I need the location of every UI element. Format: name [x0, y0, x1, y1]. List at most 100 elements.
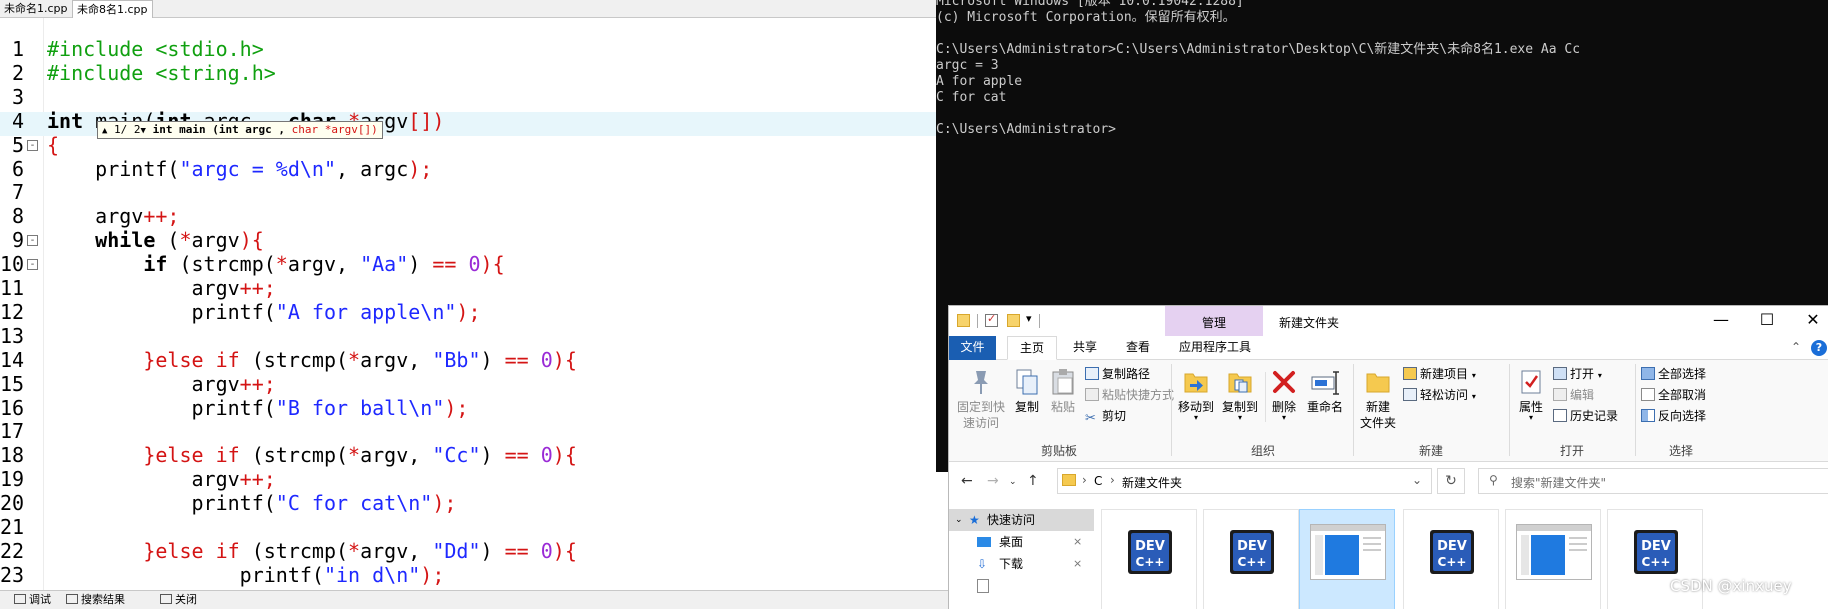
tab-home[interactable]: 主页 — [1007, 336, 1057, 360]
copy-to-button[interactable]: 复制到 ▾ — [1221, 368, 1259, 422]
tab-debug[interactable]: 调试 — [14, 593, 51, 607]
code-text: printf("in d\n"); — [47, 563, 445, 588]
back-arrow-icon[interactable]: ← — [961, 473, 973, 489]
help-icon[interactable]: ? — [1811, 340, 1827, 356]
code-token: argv, — [360, 347, 433, 372]
customize-quick-access-icon[interactable]: ▾ — [1026, 312, 1032, 325]
copy-path-button[interactable]: 复制路径 — [1085, 366, 1150, 382]
select-all-button[interactable]: 全部选择 — [1641, 366, 1706, 382]
forward-arrow-icon[interactable]: → — [987, 473, 999, 489]
code-line[interactable]: 6 printf("argc = %d\n", argc); — [0, 157, 950, 182]
collapse-ribbon-icon[interactable]: ⌃ — [1791, 340, 1801, 354]
select-none-button[interactable]: 全部取消 — [1641, 387, 1706, 403]
manage-context-tab[interactable]: 管理 — [1165, 306, 1263, 336]
tooltip-down-arrow-icon[interactable]: ▼ — [141, 123, 146, 139]
copy-button[interactable]: 复制 — [1011, 368, 1043, 415]
tooltip-up-arrow-icon[interactable]: ▲ — [102, 123, 107, 139]
code-token: argv — [47, 467, 240, 492]
tab-file[interactable]: 文件 — [949, 336, 996, 360]
tab-share[interactable]: 共享 — [1061, 336, 1109, 360]
code-line[interactable]: 7 — [0, 180, 950, 205]
properties-button[interactable]: 属性 ▾ — [1513, 368, 1549, 422]
divider — [977, 314, 978, 328]
nav-desktop[interactable]: 桌面 ⨯ — [949, 531, 1094, 553]
code-line[interactable]: 21 — [0, 515, 950, 540]
csdn-watermark: CSDN @xinxuey — [1670, 577, 1792, 595]
code-line[interactable]: 20 printf("C for cat\n"); — [0, 491, 950, 516]
code-line[interactable]: 14 }else if (strcmp(*argv, "Bb") == 0){ — [0, 347, 950, 373]
fold-toggle-icon[interactable]: - — [27, 139, 38, 151]
expand-chevron-icon[interactable]: ⌄ — [955, 509, 963, 531]
address-dropdown-icon[interactable]: ⌄ — [1412, 473, 1422, 487]
tab-app-tools[interactable]: 应用程序工具 — [1167, 336, 1263, 360]
paste-button[interactable]: 粘贴 — [1047, 368, 1079, 415]
code-token: argv — [191, 228, 240, 253]
code-line[interactable]: 12 printf("A for apple\n"); — [0, 300, 950, 325]
code-line[interactable]: 9- while (*argv){ — [0, 228, 950, 253]
pin-quick-access-button[interactable]: 固定到快 速访问 — [955, 368, 1007, 431]
new-folder-quick-icon[interactable] — [1007, 314, 1020, 327]
fold-toggle-icon[interactable]: - — [27, 259, 38, 271]
file-item[interactable]: DEV C++ — [1403, 509, 1499, 609]
tab-close[interactable]: 关闭 — [160, 593, 197, 607]
paste-shortcut-button[interactable]: 粘贴快捷方式 — [1085, 387, 1174, 403]
code-text: argv++; — [47, 467, 275, 492]
file-item[interactable]: DEV C++ — [1203, 509, 1299, 609]
code-line[interactable]: 8 argv++; — [0, 204, 950, 229]
fold-toggle-icon[interactable]: - — [27, 235, 38, 247]
address-bar[interactable]: › C › 新建文件夹 ⌄ — [1057, 468, 1432, 494]
maximize-button[interactable]: ☐ — [1755, 310, 1779, 330]
tab-file-2[interactable]: 未命8名1.cpp — [72, 0, 153, 18]
line-number: 22 — [0, 538, 25, 563]
code-line[interactable]: 19 argv++; — [0, 467, 950, 492]
minimize-button[interactable]: — — [1709, 310, 1733, 330]
edit-button[interactable]: 编辑 — [1553, 387, 1594, 403]
devcpp-file-icon: DEVC++ — [1634, 530, 1678, 574]
easy-access-button[interactable]: 轻松访问 ▾ — [1403, 387, 1476, 405]
recent-locations-chevron-icon[interactable]: ⌄ — [1009, 477, 1017, 487]
code-line[interactable]: 11 argv++; — [0, 276, 950, 301]
line-number: 9 — [11, 228, 24, 253]
properties-quick-icon[interactable] — [985, 312, 998, 327]
invert-selection-button[interactable]: 反向选择 — [1641, 408, 1706, 424]
close-button[interactable]: ✕ — [1801, 310, 1825, 330]
code-area[interactable]: 1 #include <stdio.h> 2 #include <string.h> 3… — [0, 18, 950, 609]
breadcrumb-c[interactable]: C — [1094, 474, 1102, 488]
code-line[interactable]: 10- if (strcmp(*argv, "Aa") == 0){ — [0, 252, 950, 277]
file-item[interactable] — [1505, 509, 1601, 609]
new-folder-button[interactable]: 新建 文件夹 — [1357, 368, 1399, 431]
code-token: 0 — [540, 443, 553, 468]
nav-downloads[interactable]: ⇩ 下载 ⨯ — [949, 553, 1094, 575]
code-line[interactable]: 13 — [0, 324, 950, 349]
rename-button[interactable]: 重命名 — [1303, 368, 1347, 415]
move-to-button[interactable]: 移动到 ▾ — [1177, 368, 1215, 422]
file-item[interactable] — [1299, 509, 1395, 609]
delete-button[interactable]: 删除 ▾ — [1269, 368, 1299, 422]
code-line[interactable]: 16 printf("B for ball\n"); — [0, 396, 950, 421]
breadcrumb-folder[interactable]: 新建文件夹 — [1122, 474, 1182, 491]
new-item-button[interactable]: 新建项目 ▾ — [1403, 366, 1476, 384]
search-box[interactable]: ⚲ 搜索"新建文件夹" — [1478, 468, 1828, 494]
code-token: (strcmp( — [167, 252, 276, 277]
code-token: argv — [47, 371, 240, 396]
tab-file-1[interactable]: 未命名1.cpp — [0, 0, 73, 18]
file-item[interactable]: DEV C++ — [1101, 509, 1197, 609]
code-line[interactable]: 18 }else if (strcmp(*argv, "Cc") == 0){ — [0, 443, 950, 468]
code-line[interactable]: 2 #include <string.h> — [0, 61, 950, 86]
nav-item[interactable] — [949, 575, 1094, 597]
tab-view[interactable]: 查看 — [1113, 336, 1163, 360]
history-button[interactable]: 历史记录 — [1553, 408, 1618, 424]
up-arrow-icon[interactable]: ↑ — [1027, 473, 1039, 489]
cut-button[interactable]: ✂ 剪切 — [1085, 408, 1126, 425]
code-line[interactable]: 23 printf("in d\n"); — [0, 563, 950, 588]
code-line[interactable]: 15 argv++; — [0, 371, 950, 397]
code-line[interactable]: 3 — [0, 85, 950, 110]
code-line[interactable]: 17 — [0, 419, 950, 444]
tab-search-results[interactable]: 搜索结果 — [66, 593, 125, 607]
code-line[interactable]: 22 }else if (strcmp(*argv, "Dd") == 0){ — [0, 538, 950, 564]
open-button[interactable]: 打开 ▾ — [1553, 366, 1602, 384]
code-line[interactable]: 1 #include <stdio.h> — [0, 37, 950, 62]
refresh-icon[interactable]: ↻ — [1437, 468, 1465, 494]
nav-quick-access[interactable]: ⌄ ★ 快速访问 — [949, 509, 1094, 531]
